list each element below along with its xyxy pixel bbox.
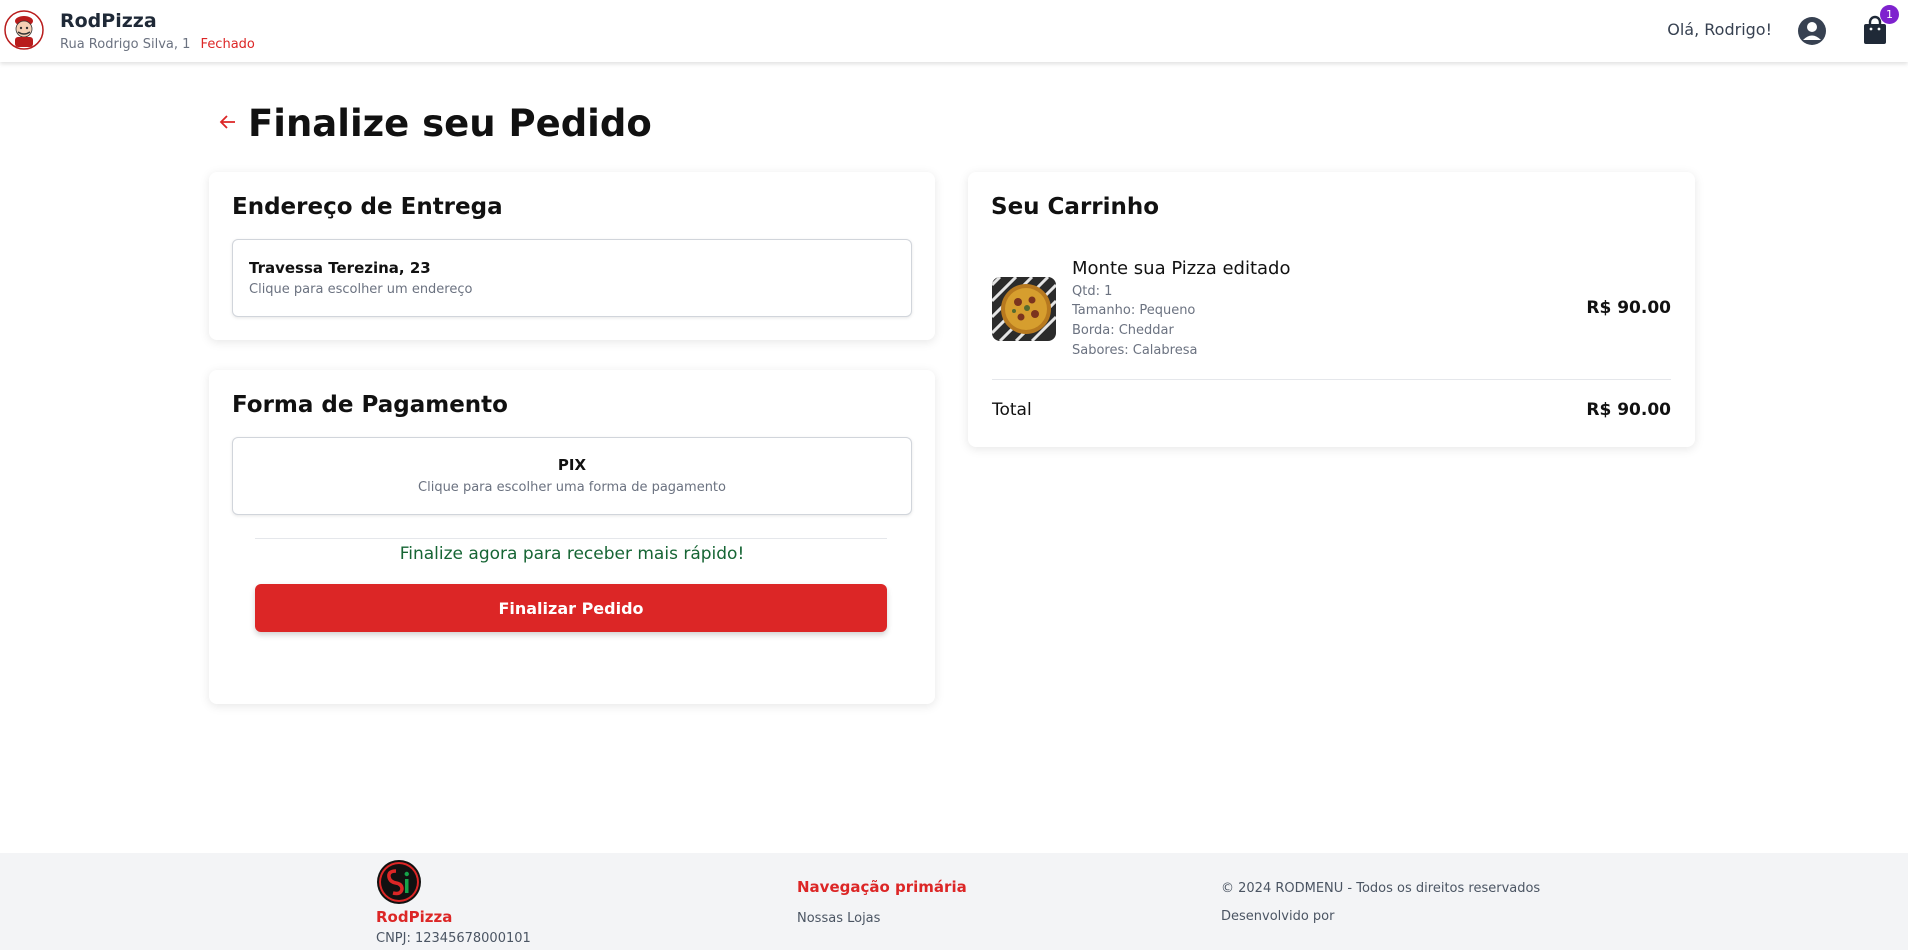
cart-item-flavors: Sabores: Calabresa [1072,343,1198,358]
delivery-address-card: Endereço de Entrega Travessa Terezina, 2… [209,172,935,340]
footer-developed-by: Desenvolvido por [1221,909,1335,924]
footer-logo [377,860,421,904]
footer-brand-name: RodPizza [376,908,453,926]
payment-method-title: Forma de Pagamento [232,392,508,418]
payment-method-selector[interactable]: PIX Clique para escolher uma forma de pa… [232,437,912,515]
cart-item-quantity: Qtd: 1 [1072,284,1113,299]
selected-payment-method: PIX [557,456,587,474]
store-address: Rua Rodrigo Silva, 1 Fechado [60,37,255,52]
payment-method-hint: Clique para escolher uma forma de pagame… [418,480,726,495]
total-label: Total [992,400,1032,420]
cart-summary-card: Seu Carrinho Monte sua Pizza editado Qtd… [968,172,1695,447]
address-selector[interactable]: Travessa Terezina, 23 Clique para escolh… [232,239,912,317]
back-arrow-icon[interactable] [218,112,238,132]
top-header: RodPizza Rua Rodrigo Silva, 1 Fechado Ol… [0,0,1908,62]
cart-item-price: R$ 90.00 [1586,298,1671,318]
user-greeting: Olá, Rodrigo! [1667,20,1772,39]
pizza-image [992,277,1056,341]
divider [255,538,887,539]
cart-count-badge: 1 [1880,5,1899,24]
finalize-order-button[interactable]: Finalizar Pedido [255,584,887,632]
page-footer: RodPizza CNPJ: 12345678000101 Navegação … [0,853,1908,950]
cart-divider [992,379,1671,380]
store-status-badge: Fechado [200,37,255,52]
footer-link-nossas-lojas[interactable]: Nossas Lojas [797,911,880,926]
user-account-icon[interactable] [1797,16,1827,46]
cart-item-size: Tamanho: Pequeno [1072,303,1196,318]
total-value: R$ 90.00 [1586,400,1671,420]
brand-name: RodPizza [60,10,157,32]
delivery-address-title: Endereço de Entrega [232,194,503,220]
selected-address: Travessa Terezina, 23 [249,259,431,277]
footer-nav-title: Navegação primária [797,878,967,896]
payment-method-card: Forma de Pagamento PIX Clique para escol… [209,370,935,704]
cart-item-crust: Borda: Cheddar [1072,323,1174,338]
address-hint: Clique para escolher um endereço [249,282,473,297]
footer-copyright: © 2024 RODMENU - Todos os direitos reser… [1221,881,1541,896]
store-address-text: Rua Rodrigo Silva, 1 [60,37,191,52]
footer-cnpj: CNPJ: 12345678000101 [376,931,531,946]
cart-item-name: Monte sua Pizza editado [1072,258,1291,279]
page-title: Finalize seu Pedido [248,102,652,145]
cart-title: Seu Carrinho [991,194,1160,220]
restaurant-logo[interactable] [4,10,44,50]
promo-message: Finalize agora para receber mais rápido! [399,544,745,564]
